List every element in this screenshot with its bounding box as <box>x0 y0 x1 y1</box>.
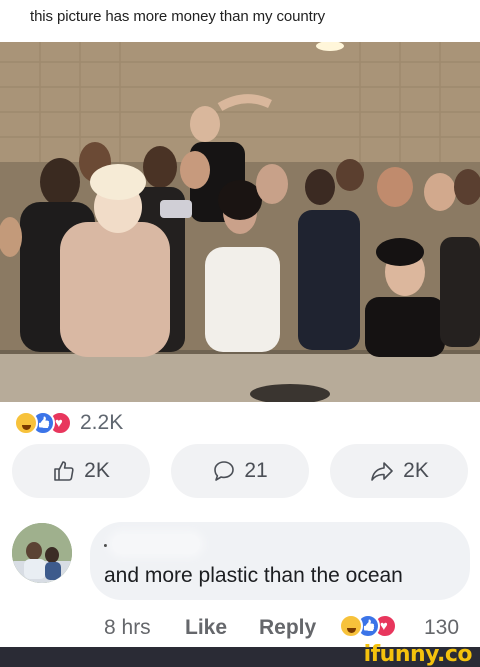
comment-count: 21 <box>244 459 268 482</box>
mirror-selfie-image <box>0 42 480 402</box>
haha-reaction-icon <box>14 411 38 435</box>
commenter-name-dot <box>104 544 107 547</box>
share-button[interactable]: 2K <box>330 444 468 498</box>
comment-bubble-icon <box>212 459 236 483</box>
comment-reply-link[interactable]: Reply <box>259 616 316 640</box>
like-button[interactable]: 2K <box>12 444 150 498</box>
comment-text: and more plastic than the ocean <box>104 564 403 587</box>
watermark-bar: ifunny.co <box>0 642 480 667</box>
commenter-name-redacted <box>112 534 200 554</box>
comment-bubble[interactable]: and more plastic than the ocean <box>90 522 470 600</box>
avatar-photo <box>12 523 72 583</box>
ifunny-watermark: ifunny.co <box>363 642 473 667</box>
comment-reactions[interactable] <box>339 614 397 638</box>
post-photo[interactable] <box>0 42 480 402</box>
comment-timestamp: 8 hrs <box>104 616 151 639</box>
reaction-count: 2.2K <box>80 411 124 434</box>
haha-reaction-icon <box>339 614 363 638</box>
commenter-avatar[interactable] <box>12 523 72 583</box>
comment-like-link[interactable]: Like <box>185 616 227 640</box>
comment-button[interactable]: 21 <box>171 444 309 498</box>
post-caption: this picture has more money than my coun… <box>30 8 325 25</box>
reaction-summary[interactable]: 2.2K <box>14 411 123 435</box>
share-count: 2K <box>403 459 429 482</box>
share-arrow-icon <box>369 459 395 483</box>
comment-reaction-count: 130 <box>424 616 460 639</box>
thumbs-up-icon <box>52 459 76 483</box>
like-count: 2K <box>84 459 110 482</box>
